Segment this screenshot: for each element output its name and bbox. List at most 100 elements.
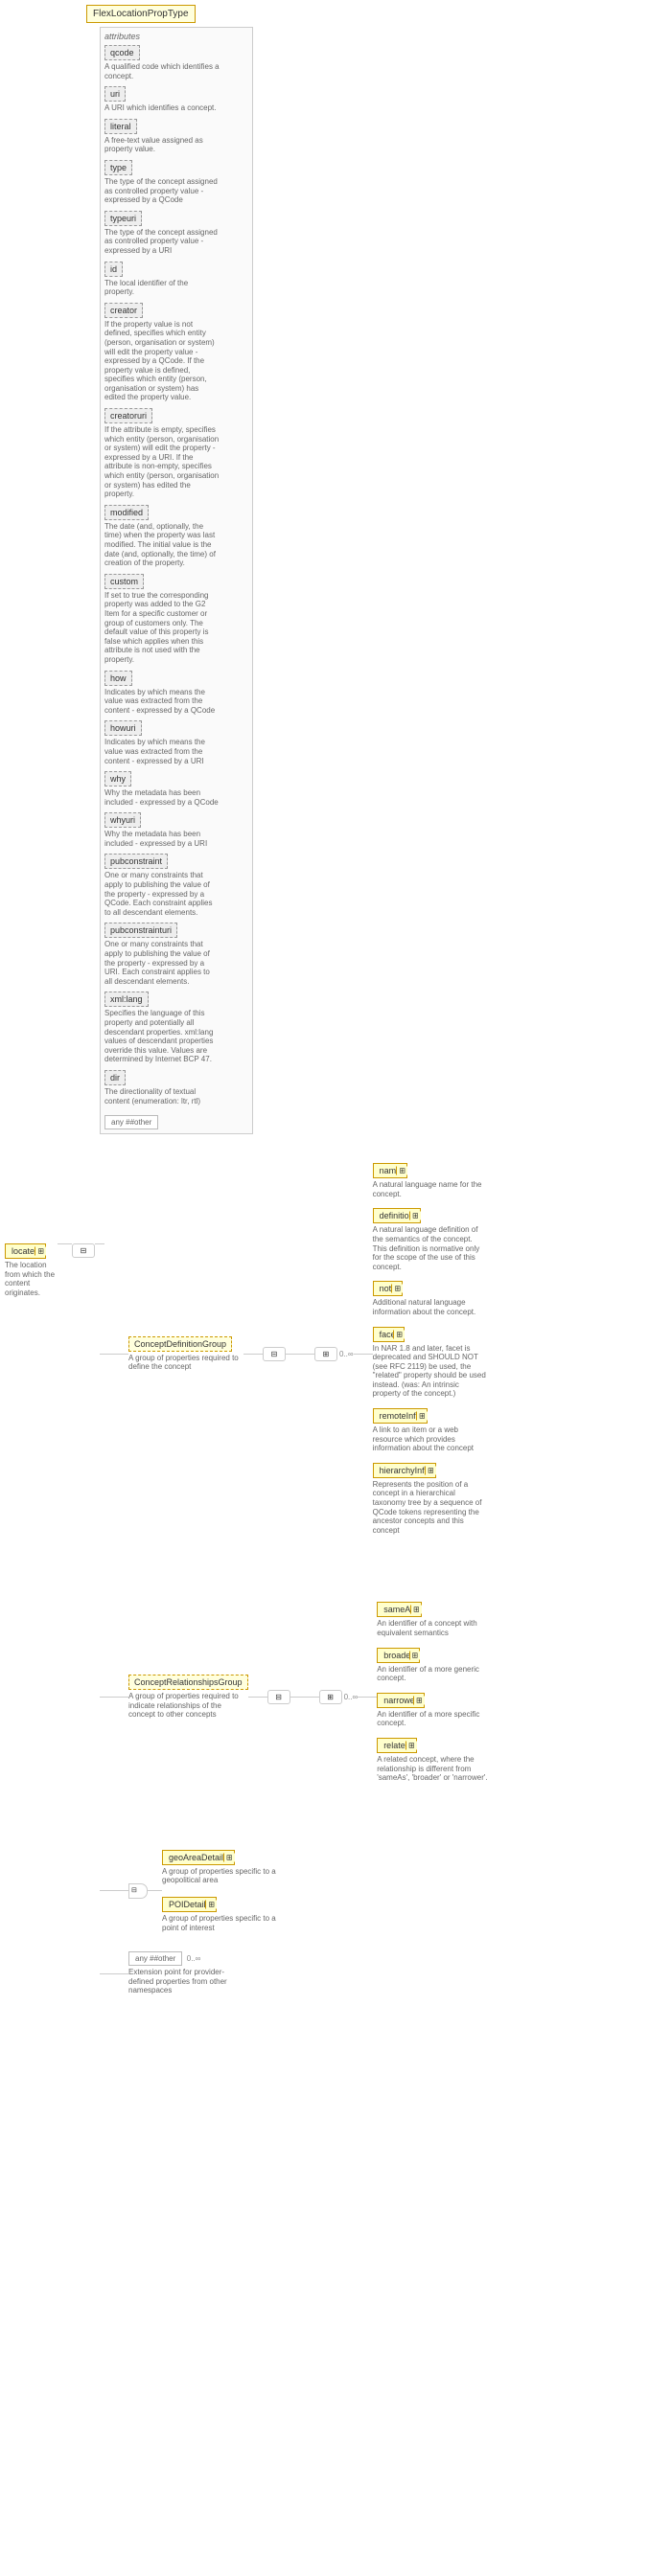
rel-child-item: sameAs An identifier of a concept with eq… (377, 1602, 492, 1637)
def-child-item: definition A natural language definition … (373, 1208, 488, 1271)
attribute-item: typeuriThe type of the concept assigned … (104, 211, 248, 256)
poi-details[interactable]: POIDetails (162, 1897, 217, 1912)
attr-desc: The date (and, optionally, the time) whe… (104, 522, 220, 568)
element-desc: An identifier of a more specific concept… (377, 1710, 492, 1728)
def-child-item: facet In NAR 1.8 and later, facet is depr… (373, 1327, 488, 1400)
rel-sequence-icon: ⊟ (267, 1690, 290, 1704)
root-element[interactable]: located (5, 1243, 46, 1259)
attribute-item: literal A free-text value assigned as pro… (104, 119, 248, 154)
attr-name[interactable]: uri (104, 86, 126, 102)
attribute-item: why Why the metadata has been included - … (104, 771, 248, 807)
attr-name[interactable]: creatoruri (104, 408, 152, 423)
attribute-item: pubconstraint One or many constraints tha… (104, 854, 248, 917)
attr-name[interactable]: literal (104, 119, 137, 134)
attr-name[interactable]: pubconstraint (104, 854, 168, 869)
element-name[interactable]: name (373, 1163, 408, 1178)
attr-name[interactable]: xml:lang (104, 992, 149, 1007)
attribute-item: type The type of the concept assigned as … (104, 160, 248, 205)
element-hierarchyInfo[interactable]: hierarchyInfo (373, 1463, 436, 1478)
attribute-item: whyuri Why the metadata has been included… (104, 812, 248, 848)
rel-child-item: broader An identifier of a more generic c… (377, 1648, 492, 1683)
element-note[interactable]: note (373, 1281, 404, 1296)
attr-desc: Specifies the language of this property … (104, 1009, 220, 1064)
rel-children-list: sameAs An identifier of a concept with eq… (377, 1602, 492, 1791)
element-sameAs[interactable]: sameAs (377, 1602, 422, 1617)
element-related[interactable]: related (377, 1738, 417, 1753)
attr-name[interactable]: whyuri (104, 812, 141, 828)
element-desc: A natural language name for the concept. (373, 1180, 488, 1198)
attribute-item: pubconstrainturiOne or many constraints … (104, 923, 248, 986)
attr-desc: The directionality of textual content (e… (104, 1087, 220, 1106)
geo-poi-choice-icon (128, 1883, 148, 1899)
poi-desc: A group of properties specific to a poin… (162, 1914, 277, 1932)
attribute-item: qcode A qualified code which identifies a… (104, 45, 248, 80)
attr-name[interactable]: modified (104, 505, 149, 520)
attr-name[interactable]: creator (104, 303, 143, 318)
element-desc: An identifier of a more generic concept. (377, 1665, 492, 1683)
element-desc: In NAR 1.8 and later, facet is deprecate… (373, 1344, 488, 1400)
def-child-item: remoteInfoA link to an item or a web res… (373, 1408, 488, 1453)
element-desc: An identifier of a concept with equivale… (377, 1619, 492, 1637)
attr-desc: A qualified code which identifies a conc… (104, 62, 220, 80)
concept-relationships-group[interactable]: ConceptRelationshipsGroup (128, 1675, 248, 1690)
attr-desc: Indicates by which means the value was e… (104, 688, 220, 716)
ext-card: 0..∞ (187, 1954, 201, 1963)
attribute-item: howuriIndicates by which means the value… (104, 720, 248, 765)
attr-name[interactable]: pubconstrainturi (104, 923, 177, 938)
element-definition[interactable]: definition (373, 1208, 421, 1223)
rel-child-item: related A related concept, where the rela… (377, 1738, 492, 1783)
attr-desc: If set to true the corresponding propert… (104, 591, 220, 665)
attr-name[interactable]: type (104, 160, 132, 175)
attribute-item: how Indicates by which means the value wa… (104, 671, 248, 716)
element-desc: A related concept, where the relationshi… (377, 1755, 492, 1783)
extension-any: any ##other (128, 1951, 182, 1966)
concept-definition-row: ConceptDefinitionGroup A group of proper… (100, 1163, 666, 1544)
element-desc: A link to an item or a web resource whic… (373, 1425, 488, 1453)
type-name: FlexLocationPropType (86, 5, 196, 23)
def-child-item: hierarchyInfoRepresents the position of … (373, 1463, 488, 1536)
attr-desc: One or many constraints that apply to pu… (104, 871, 220, 917)
geo-area-details[interactable]: geoAreaDetails (162, 1850, 235, 1865)
attr-name[interactable]: custom (104, 574, 144, 589)
rel-card: 0..∞ (344, 1693, 359, 1701)
attr-name[interactable]: dir (104, 1070, 126, 1085)
attribute-item: modified The date (and, optionally, the t… (104, 505, 248, 568)
element-remoteInfo[interactable]: remoteInfo (373, 1408, 428, 1424)
def-children-list: name A natural language name for the conc… (373, 1163, 488, 1544)
attributes-list: qcode A qualified code which identifies a… (104, 45, 248, 1106)
sequence-connector: ⊟ (72, 1243, 95, 1258)
attr-name[interactable]: how (104, 671, 132, 686)
rel-choice-icon: ⊞ (319, 1690, 342, 1704)
attributes-label: attributes (104, 32, 248, 41)
element-broader[interactable]: broader (377, 1648, 420, 1663)
attr-desc: If the property value is not defined, sp… (104, 320, 220, 402)
def-child-item: note Additional natural language informat… (373, 1281, 488, 1316)
concept-definition-group[interactable]: ConceptDefinitionGroup (128, 1336, 232, 1352)
concept-relationships-row: ConceptRelationshipsGroup A group of pro… (100, 1602, 666, 1791)
element-desc: A natural language definition of the sem… (373, 1225, 488, 1271)
attr-name[interactable]: howuri (104, 720, 142, 736)
def-choice-icon: ⊞ (314, 1347, 337, 1361)
extension-row: any ##other 0..∞ Extension point for pro… (100, 1951, 666, 1995)
attribute-item: dir The directionality of textual content… (104, 1070, 248, 1106)
attr-name[interactable]: typeuri (104, 211, 142, 226)
element-desc: Additional natural language information … (373, 1298, 488, 1316)
attr-desc: Why the metadata has been included - exp… (104, 830, 220, 848)
def-group-desc: A group of properties required to define… (128, 1354, 243, 1372)
attr-desc: If the attribute is empty, specifies whi… (104, 425, 220, 499)
def-sequence-icon: ⊟ (263, 1347, 286, 1361)
attr-name[interactable]: id (104, 262, 123, 277)
ext-desc: Extension point for provider-defined pro… (128, 1968, 243, 1995)
attr-desc: A free-text value assigned as property v… (104, 136, 220, 154)
def-child-item: name A natural language name for the conc… (373, 1163, 488, 1198)
attr-desc: The type of the concept assigned as cont… (104, 177, 220, 205)
attribute-item: uriA URI which identifies a concept. (104, 86, 248, 113)
rel-group-desc: A group of properties required to indica… (128, 1692, 243, 1720)
element-narrower[interactable]: narrower (377, 1693, 425, 1708)
attribute-item: custom If set to true the corresponding p… (104, 574, 248, 665)
element-facet[interactable]: facet (373, 1327, 406, 1342)
attr-name[interactable]: why (104, 771, 131, 786)
attr-desc: Why the metadata has been included - exp… (104, 788, 220, 807)
attr-name[interactable]: qcode (104, 45, 140, 60)
root-desc: The location from which the content orig… (5, 1261, 58, 1297)
